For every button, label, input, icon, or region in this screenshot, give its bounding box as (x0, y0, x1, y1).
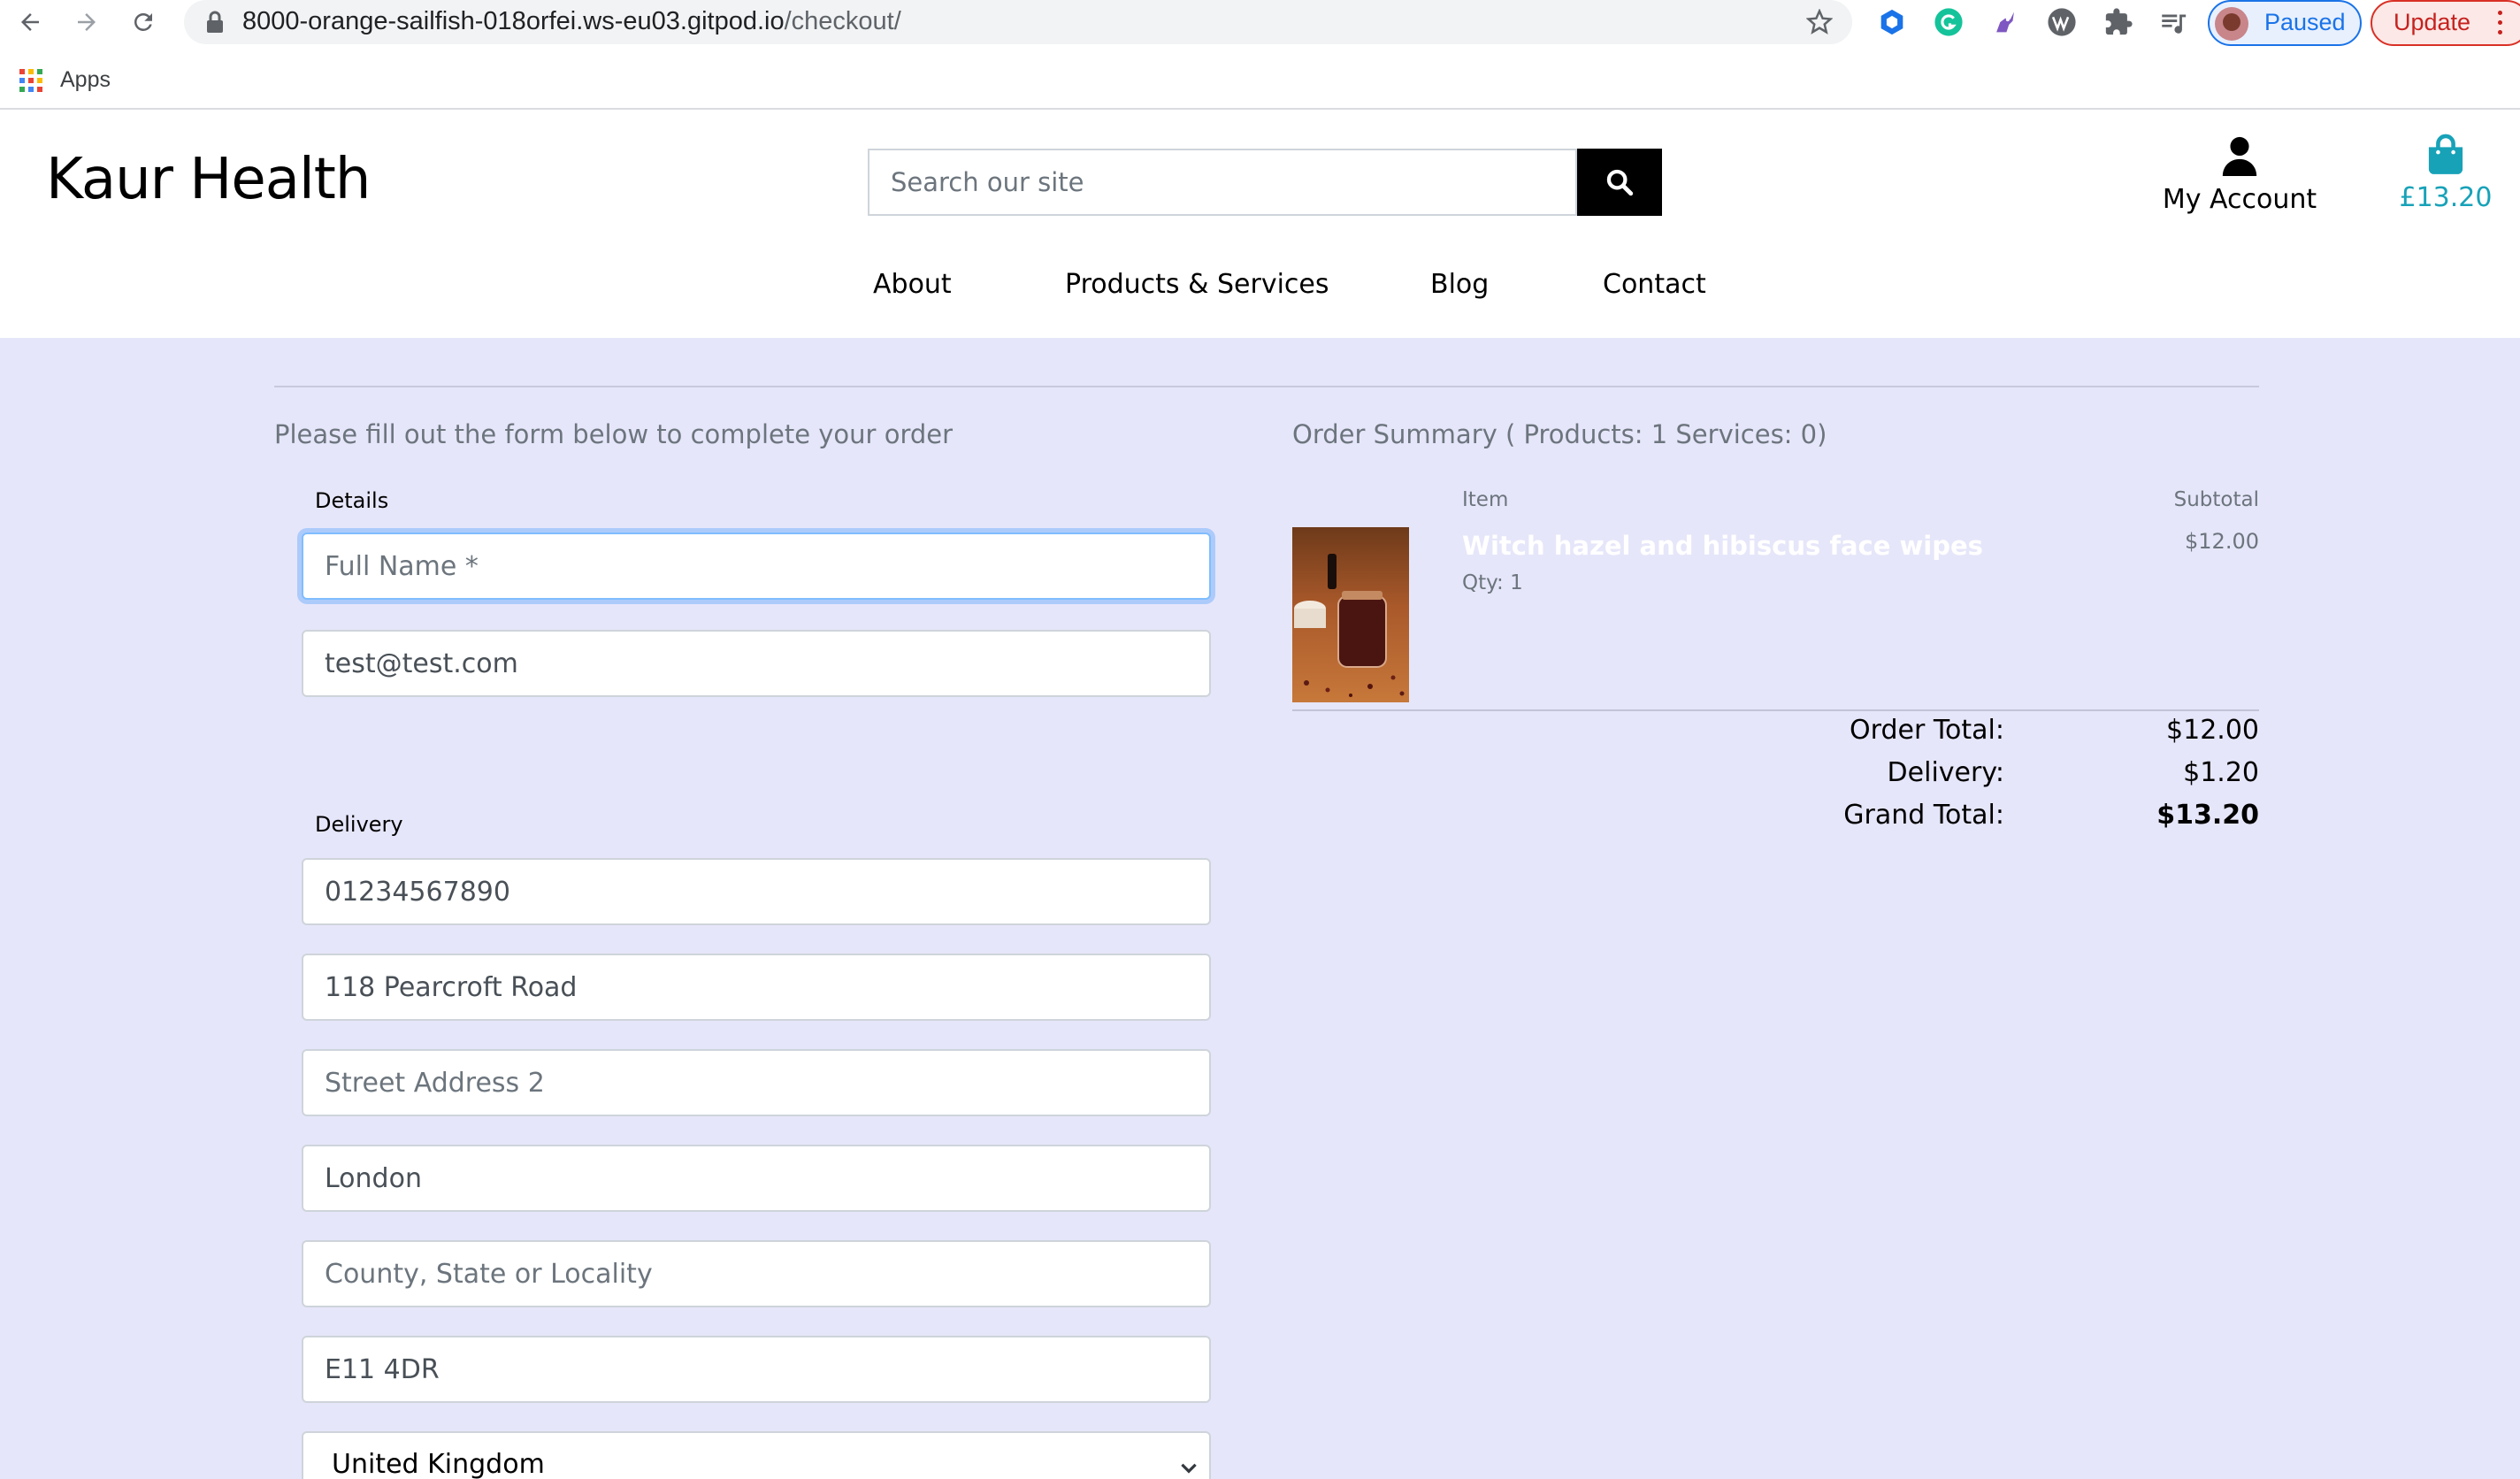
profile-paused-chip[interactable]: Paused (2208, 0, 2362, 46)
order-summary-title: Order Summary ( Products: 1 Services: 0) (1292, 419, 1827, 449)
town-field[interactable] (302, 1145, 1211, 1212)
wordpress-icon[interactable] (2045, 5, 2079, 39)
summary-divider (1292, 709, 2259, 711)
nav-products-services[interactable]: Products & Services (1065, 269, 1329, 300)
back-button[interactable] (9, 2, 51, 42)
shopping-bag-icon (2428, 134, 2463, 174)
product-name-link[interactable]: Witch hazel and hibiscus face wipes (1462, 531, 1983, 561)
grand-total-label: Grand Total: (1843, 800, 2004, 831)
grand-total-value: $13.20 (2156, 800, 2259, 831)
country-selected-value: United Kingdom (332, 1449, 545, 1479)
my-account-label: My Account (2162, 184, 2317, 215)
street-address-1-field[interactable] (302, 954, 1211, 1021)
site-search (868, 149, 1662, 216)
user-icon (2222, 136, 2257, 176)
site-header: Kaur Health My Account £13.20 About Prod… (0, 111, 2520, 338)
street-address-2-field[interactable] (302, 1049, 1211, 1116)
my-account-link[interactable]: My Account (2151, 134, 2328, 223)
bookmark-star-icon[interactable] (1806, 9, 1833, 35)
reload-button[interactable] (122, 2, 165, 42)
delivery-legend: Delivery (315, 812, 403, 837)
forward-button[interactable] (65, 2, 108, 42)
column-header-item: Item (1462, 488, 1509, 511)
nav-contact[interactable]: Contact (1603, 269, 1706, 300)
back-arrow-icon (21, 13, 39, 31)
url-text: 8000-orange-sailfish-018orfei.ws-eu03.gi… (242, 7, 901, 35)
avatar (2215, 7, 2248, 41)
browser-toolbar: 8000-orange-sailfish-018orfei.ws-eu03.gi… (0, 0, 2520, 110)
update-label: Update (2394, 9, 2471, 35)
extensions-puzzle-icon[interactable] (2102, 5, 2135, 39)
column-header-subtotal: Subtotal (2173, 488, 2259, 511)
nav-blog[interactable]: Blog (1430, 269, 1489, 300)
main-nav: About Products & Services Blog Contact (849, 269, 1734, 313)
unicorn-extension-icon[interactable] (1988, 5, 2022, 39)
country-select[interactable]: United Kingdom (302, 1431, 1211, 1479)
divider (274, 386, 2259, 387)
full-name-field[interactable] (302, 533, 1211, 600)
search-button[interactable] (1577, 149, 1662, 216)
grammarly-icon[interactable] (1932, 5, 1965, 39)
bookmarks-bar: Apps (0, 60, 354, 101)
delivery-label: Delivery: (1887, 757, 2004, 788)
email-field[interactable] (302, 630, 1211, 697)
apps-grid-icon[interactable] (19, 69, 42, 92)
phone-field[interactable] (302, 858, 1211, 925)
menu-dots-icon (2498, 11, 2503, 37)
details-legend: Details (315, 488, 389, 513)
postcode-field[interactable] (302, 1336, 1211, 1403)
product-subtotal: $12.00 (2185, 529, 2259, 554)
reload-icon (134, 12, 152, 31)
cart-total: £13.20 (2399, 182, 2493, 213)
delivery-value: $1.20 (2183, 757, 2259, 788)
address-bar[interactable]: 8000-orange-sailfish-018orfei.ws-eu03.gi… (184, 0, 1852, 44)
nav-about[interactable]: About (873, 269, 952, 300)
media-control-icon[interactable] (2156, 5, 2190, 39)
chevron-down-icon (1181, 1463, 1197, 1474)
forward-arrow-icon (78, 13, 96, 31)
apps-bookmark[interactable]: Apps (60, 67, 111, 93)
search-icon (1606, 169, 1634, 196)
checkout-page: Please fill out the form below to comple… (0, 338, 2520, 1479)
profile-status-label: Paused (2264, 9, 2346, 35)
extension-hexagon-icon[interactable] (1875, 5, 1909, 39)
county-field[interactable] (302, 1240, 1211, 1307)
update-chip[interactable]: Update (2371, 0, 2520, 46)
product-image (1292, 527, 1409, 702)
lock-icon (207, 11, 223, 33)
site-logo[interactable]: Kaur Health (46, 147, 371, 212)
product-qty: Qty: 1 (1462, 571, 1523, 594)
order-total-label: Order Total: (1850, 715, 2004, 746)
form-intro-text: Please fill out the form below to comple… (274, 419, 954, 449)
search-input[interactable] (868, 149, 1577, 216)
order-total-value: $12.00 (2166, 715, 2259, 746)
cart-link[interactable]: £13.20 (2379, 133, 2512, 221)
